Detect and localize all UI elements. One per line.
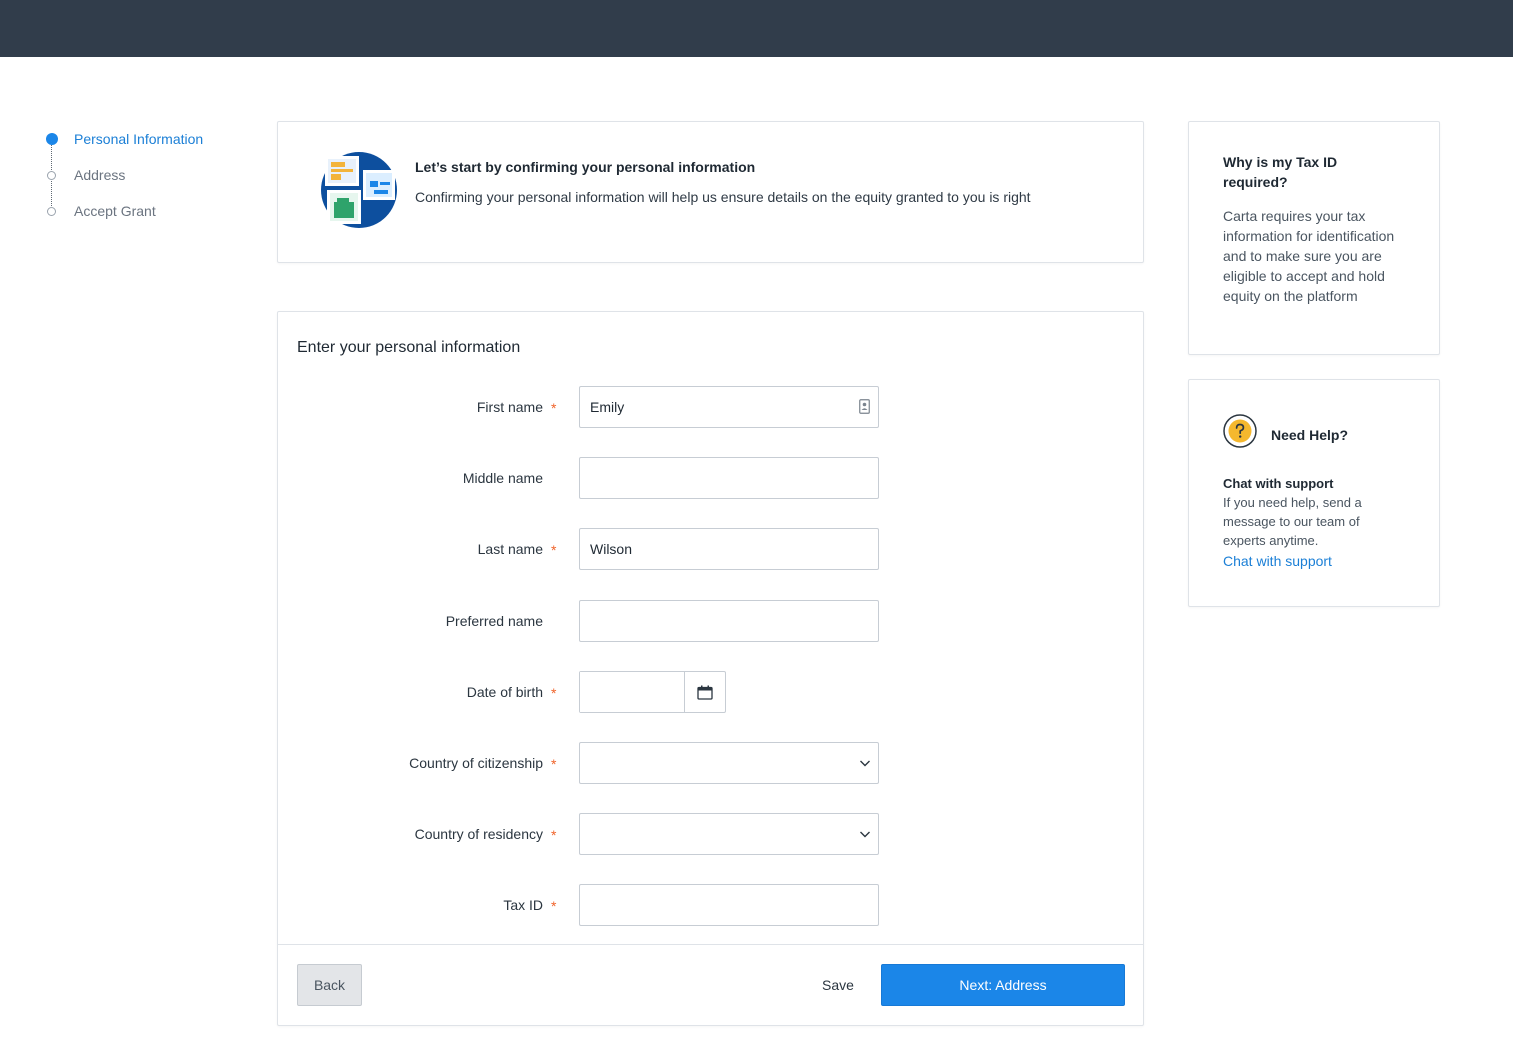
contact-card-icon[interactable] — [859, 399, 870, 414]
step-dot — [47, 170, 56, 180]
country-citizenship-label: Country of citizenship — [409, 755, 543, 771]
required-asterisk: * — [551, 542, 557, 558]
preferred-name-input[interactable] — [579, 600, 879, 642]
chat-with-support-link[interactable]: Chat with support — [1223, 553, 1332, 569]
step-connector — [51, 145, 52, 170]
country-residency-select[interactable] — [579, 813, 879, 855]
middle-name-label: Middle name — [462, 470, 543, 486]
country-citizenship-select[interactable] — [579, 742, 879, 784]
form-title: Enter your personal information — [297, 339, 521, 356]
country-citizenship-row: Country of citizenship * — [278, 742, 1143, 784]
chat-heading: Chat with support — [1223, 476, 1334, 491]
first-name-input[interactable] — [579, 386, 879, 428]
required-asterisk: * — [551, 756, 557, 772]
chat-description: If you need help, send a message to our … — [1223, 495, 1362, 548]
first-name-row: First name * — [278, 386, 1143, 428]
tax-id-label: Tax ID — [503, 897, 543, 913]
form-footer-divider — [278, 944, 1143, 945]
documents-illustration-icon — [321, 152, 397, 228]
date-of-birth-picker — [579, 671, 726, 713]
date-of-birth-input[interactable] — [580, 672, 685, 712]
first-name-field-wrapper — [579, 386, 879, 428]
save-button[interactable]: Save — [808, 964, 868, 1006]
intro-text: Confirming your personal information wil… — [415, 189, 1031, 205]
help-title: Need Help? — [1271, 427, 1349, 443]
calendar-icon — [697, 685, 713, 700]
last-name-row: Last name * — [278, 528, 1143, 570]
step-dot — [47, 206, 56, 216]
step-active-dot — [46, 133, 58, 145]
tax-id-input[interactable] — [579, 884, 879, 926]
calendar-button[interactable] — [685, 672, 725, 712]
preferred-name-label: Preferred name — [445, 613, 543, 629]
personal-info-form: Enter your personal information First na… — [277, 311, 1144, 1026]
help-card: Need Help? Chat with support If you need… — [1188, 379, 1440, 607]
step-label: Personal Information — [74, 131, 204, 147]
intro-title: Let’s start by confirming your personal … — [415, 159, 756, 175]
back-button[interactable]: Back — [297, 964, 362, 1006]
last-name-input[interactable] — [579, 528, 879, 570]
middle-name-row: Middle name — [278, 457, 1143, 499]
step-connector — [51, 181, 52, 206]
first-name-label: First name — [476, 399, 543, 415]
required-asterisk: * — [551, 898, 557, 914]
question-mark-icon — [1223, 414, 1257, 448]
tax-id-info-title: Why is my Tax ID required? — [1223, 154, 1338, 190]
required-asterisk: * — [551, 827, 557, 843]
last-name-label: Last name — [477, 541, 543, 557]
chevron-down-icon — [860, 760, 870, 767]
step-label: Address — [74, 167, 126, 183]
middle-name-input[interactable] — [579, 457, 879, 499]
required-asterisk: * — [551, 685, 557, 701]
next-address-button[interactable]: Next: Address — [881, 964, 1125, 1006]
tax-id-info-card: Why is my Tax ID required? Carta require… — [1188, 121, 1440, 355]
step-label: Accept Grant — [74, 203, 156, 219]
required-asterisk: * — [551, 400, 557, 416]
country-residency-row: Country of residency * — [278, 813, 1143, 855]
country-residency-label: Country of residency — [414, 826, 543, 842]
top-navigation-bar — [0, 0, 1513, 57]
date-of-birth-row: Date of birth * — [278, 671, 1143, 713]
date-of-birth-label: Date of birth — [466, 684, 543, 700]
tax-id-info-body: Carta requires your tax information for … — [1223, 208, 1395, 304]
chevron-down-icon — [860, 831, 870, 838]
preferred-name-row: Preferred name — [278, 600, 1143, 642]
intro-card: Let’s start by confirming your personal … — [277, 121, 1144, 263]
tax-id-row: Tax ID * — [278, 884, 1143, 926]
